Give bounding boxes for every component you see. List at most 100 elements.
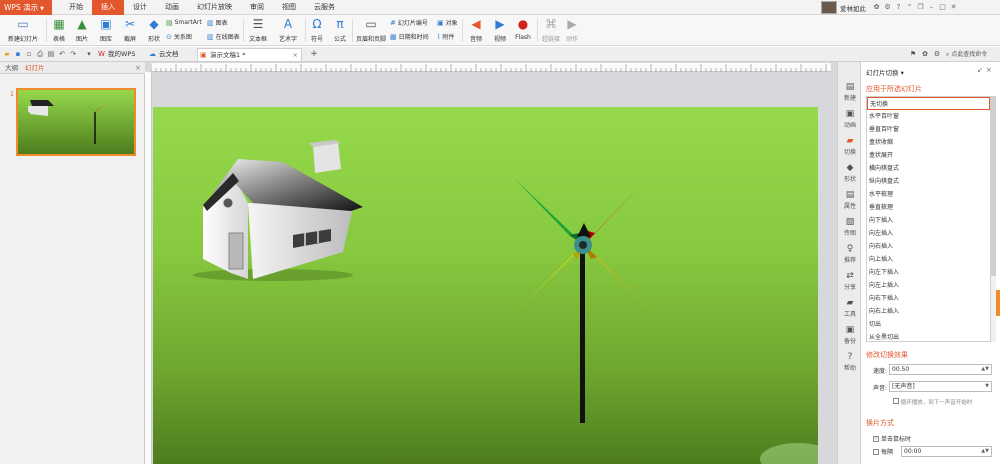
slide-thumbnail[interactable] [16, 88, 136, 156]
side-tool-transition[interactable]: ▰ 切换 [838, 136, 862, 158]
checkbox[interactable] [873, 448, 879, 455]
transition-item[interactable]: 向右下插入 [867, 292, 990, 305]
side-tool-new[interactable]: ▤ 新建 [838, 82, 862, 104]
house-illustration[interactable] [193, 140, 363, 281]
flash-button[interactable]: ● Flash [512, 17, 534, 44]
gallery-button[interactable]: ▣ 图库 [96, 17, 116, 44]
tab-menu-4[interactable]: 幻灯片放映 [188, 0, 241, 15]
table-button[interactable]: ▦ 表格 [50, 17, 68, 44]
transition-item[interactable]: 垂直百叶窗 [867, 123, 990, 136]
side-tool-help[interactable]: ? 帮助 [838, 352, 862, 374]
print-icon[interactable]: ⎙ [35, 49, 45, 59]
export-icon[interactable]: ▫ [24, 49, 34, 59]
action-button[interactable]: ▶ 动作 [564, 17, 580, 44]
screenshot-button[interactable]: ✂ 截屏 [120, 17, 140, 44]
close-icon[interactable]: × [135, 62, 141, 74]
attachment-button[interactable]: ⌇ 附件 [437, 32, 454, 42]
picture-button[interactable]: ▲ 图片 [72, 17, 92, 44]
textbox-button[interactable]: ☰ 文本框 [247, 17, 269, 44]
chevron-down-icon[interactable]: ▼ [985, 382, 989, 391]
undo-icon[interactable]: ↶ [57, 49, 67, 59]
maximize-icon[interactable]: □ [937, 2, 948, 13]
transition-item[interactable]: 向左插入 [867, 227, 990, 240]
minimize-icon[interactable]: – [926, 2, 937, 13]
help-icon[interactable]: ? [893, 2, 904, 13]
online-chart-button[interactable]: ▥ 在线图表 [207, 32, 240, 42]
tab-menu-3[interactable]: 动画 [156, 0, 188, 15]
transition-item[interactable]: 向右上插入 [867, 305, 990, 318]
document-tab-1[interactable]: ☁ 云文档 [147, 48, 195, 61]
transition-item[interactable]: 盒状收缩 [867, 136, 990, 149]
video-button[interactable]: ▶ 视频 [490, 17, 510, 44]
transition-item[interactable]: 向左下插入 [867, 266, 990, 279]
transition-item[interactable]: 水平梳理 [867, 188, 990, 201]
interval-option[interactable]: 每隔 [873, 447, 893, 456]
transition-item[interactable]: 向下插入 [867, 214, 990, 227]
horizontal-ruler[interactable] [150, 63, 831, 72]
app-menu-button[interactable]: WPS 演示 ▼ [0, 0, 52, 15]
slide-canvas[interactable] [153, 107, 818, 464]
gear-icon[interactable]: ⚙ [932, 49, 942, 59]
shapes-button[interactable]: ◆ 形状 [144, 17, 164, 44]
side-tool-shape[interactable]: ◆ 形状 [838, 163, 862, 185]
save-icon[interactable]: ▪ [13, 49, 23, 59]
tab-slides[interactable]: 幻灯片 [25, 62, 45, 74]
on-click-option[interactable]: ✓ 单击鼠标时 [873, 434, 911, 443]
command-search[interactable]: ⌕ 点此查找命令 [946, 49, 987, 59]
pin-icon[interactable]: ⚑ [908, 49, 918, 59]
transition-item[interactable]: 向上插入 [867, 253, 990, 266]
close-tab-icon[interactable]: × [293, 49, 298, 62]
sound-select[interactable]: [无声音] ▼ [889, 381, 992, 392]
scrollbar-thumb[interactable] [991, 96, 996, 276]
stepper-arrows-icon[interactable]: ▲▼ [981, 365, 989, 374]
wordart-button[interactable]: A 艺术字 [275, 17, 301, 44]
audio-button[interactable]: ◀ 音频 [466, 17, 486, 44]
side-tool-backup[interactable]: ▣ 备份 [838, 325, 862, 347]
user-name[interactable]: 爱林如此 [840, 3, 866, 13]
tab-menu-0[interactable]: 开始 [60, 0, 92, 15]
transition-item[interactable]: 垂直梳理 [867, 201, 990, 214]
tab-menu-1[interactable]: 插入 [92, 0, 124, 15]
side-tool-recommend[interactable]: ♀ 推荐 [838, 244, 862, 266]
panel-collapse-handle[interactable] [996, 290, 1000, 316]
side-tool-share[interactable]: ⇄ 分享 [838, 271, 862, 293]
document-tab-0[interactable]: W 我的WPS [96, 48, 144, 61]
vertical-ruler[interactable] [145, 72, 152, 464]
side-tool-upload-image[interactable]: ▧ 传图 [838, 217, 862, 239]
panel-title[interactable]: 幻灯片切换 ▾ [866, 67, 904, 77]
tab-menu-6[interactable]: 视图 [273, 0, 305, 15]
skin-icon[interactable]: ✿ [920, 49, 930, 59]
checkbox[interactable] [892, 398, 899, 404]
new-slide-button[interactable]: ▭ 新建幻灯片 [4, 17, 42, 44]
transition-item[interactable]: 从全黑切出 [867, 331, 990, 341]
tab-menu-7[interactable]: 云服务 [305, 0, 344, 15]
relation-button[interactable]: ⊙ 关系图 [166, 32, 192, 42]
loop-sound-option[interactable]: 循环播放，到下一声音开始时 [873, 398, 992, 409]
redo-icon[interactable]: ↷ [68, 49, 78, 59]
transition-item[interactable]: 切出 [867, 318, 990, 331]
skin-icon[interactable]: ✿ [871, 2, 882, 13]
side-tool-tools[interactable]: ▰ 工具 [838, 298, 862, 320]
datetime-button[interactable]: ▦ 日期和时间 [390, 32, 429, 42]
close-icon[interactable]: × [986, 66, 995, 74]
close-icon[interactable]: ✕ [948, 2, 959, 13]
preview-icon[interactable]: ▤ [46, 49, 56, 59]
chart-button[interactable]: ▥ 图表 [207, 18, 228, 28]
transition-item[interactable]: 纵向棋盘式 [867, 175, 990, 188]
transition-item[interactable]: 向左上插入 [867, 279, 990, 292]
interval-stepper[interactable]: 00:00 ▲▼ [901, 446, 992, 457]
dock-icon[interactable]: ↙ [977, 66, 986, 74]
speed-stepper[interactable]: 00.50 ▲▼ [889, 364, 992, 375]
tab-menu-5[interactable]: 审阅 [241, 0, 273, 15]
checkbox-checked[interactable]: ✓ [873, 435, 879, 442]
header-footer-button[interactable]: ▭ 页眉和页脚 [355, 17, 387, 44]
slide-number-button[interactable]: # 幻灯片编号 [390, 18, 428, 28]
transition-item[interactable]: 盒状展开 [867, 149, 990, 162]
add-tab-icon[interactable]: + [309, 49, 319, 59]
restore-icon[interactable]: ❐ [915, 2, 926, 13]
chevron-down-icon[interactable]: ▾ [84, 49, 94, 59]
transition-item[interactable]: 向右插入 [867, 240, 990, 253]
tab-outline[interactable]: 大纲 [5, 62, 18, 74]
formula-button[interactable]: π 公式 [331, 17, 349, 44]
transition-item[interactable]: 横向棋盘式 [867, 162, 990, 175]
